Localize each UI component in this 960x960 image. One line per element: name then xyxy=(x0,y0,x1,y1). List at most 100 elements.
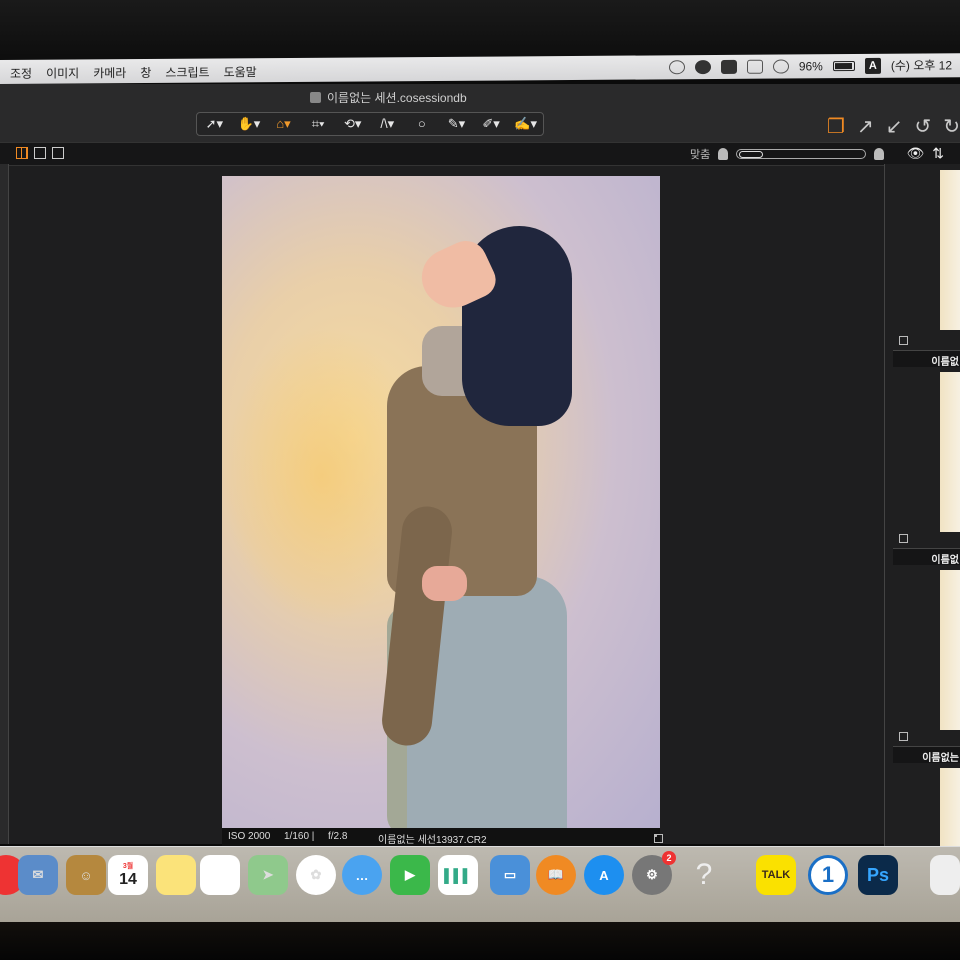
eye-icon[interactable]: 👁 xyxy=(906,145,924,162)
redo-icon[interactable]: ↻ xyxy=(943,114,960,139)
menu-adjust[interactable]: 조정 xyxy=(10,65,32,82)
loupe-tool-icon[interactable]: ⌂▾ xyxy=(269,115,297,133)
keynote-icon[interactable]: ▭ xyxy=(490,855,530,895)
keystone-tool-icon[interactable]: /\▾ xyxy=(373,115,401,133)
filmstrip-item-label: 이름없 xyxy=(893,534,960,566)
zoom-controls: 맞춤 xyxy=(690,146,885,162)
image-info-bar: ISO 2000 1/160 | f/2.8 이름없는 세선13937.CR2 xyxy=(222,828,663,846)
document-icon[interactable] xyxy=(746,59,763,74)
pan-tool-icon[interactable]: ✋▾ xyxy=(235,115,263,133)
window-title: 이름없는 세션.cosessiondb xyxy=(310,89,467,106)
wifi-icon[interactable] xyxy=(772,58,789,74)
onepassword-icon[interactable]: 1 xyxy=(808,855,848,895)
zoom-slider[interactable] xyxy=(736,149,867,159)
thumbnail-name: 이름없는 xyxy=(922,753,959,764)
calendar-day: 14 xyxy=(119,871,137,888)
creative-cloud-icon[interactable] xyxy=(668,59,685,74)
viewer-image[interactable] xyxy=(222,176,660,828)
menu-help[interactable]: 도움말 xyxy=(224,63,257,80)
grid-view-icon[interactable] xyxy=(16,147,28,159)
thumbnail-checkbox[interactable] xyxy=(899,534,908,543)
status-area: 96% A (수) 오후 12 xyxy=(668,56,952,75)
input-source-icon[interactable]: A xyxy=(864,57,881,74)
filmstrip-thumbnail[interactable] xyxy=(940,570,960,730)
contacts-icon[interactable]: ☺ xyxy=(66,855,106,895)
menu-scripts[interactable]: 스크립트 xyxy=(165,64,209,81)
thumbnail-name: 이름없 xyxy=(931,357,959,368)
kakaotalk-icon[interactable]: TALK xyxy=(756,855,796,895)
view-options: 👁 ⇅ xyxy=(906,145,944,162)
filmstrip: 이름없 이름없 이름없는 xyxy=(884,164,960,884)
image-filename: 이름없는 세선13937.CR2 xyxy=(378,835,487,846)
spot-removal-icon[interactable]: ○ xyxy=(408,115,436,133)
monitor-bezel-top xyxy=(0,0,960,62)
zoom-slider-knob[interactable] xyxy=(739,151,764,158)
preview-icon[interactable]: ✉ xyxy=(18,855,58,895)
select-tool-icon[interactable]: ➚▾ xyxy=(200,115,228,133)
left-tool-strip[interactable] xyxy=(0,164,9,844)
clock[interactable]: (수) 오후 12 xyxy=(891,56,952,73)
thumbnail-checkbox[interactable] xyxy=(899,336,908,345)
reminders-icon[interactable] xyxy=(200,855,240,895)
menu-image[interactable]: 이미지 xyxy=(46,64,79,81)
picker-tool-icon[interactable]: ✐▾ xyxy=(477,115,505,133)
messages-icon[interactable]: … xyxy=(342,855,382,895)
maps-icon[interactable]: ➤ xyxy=(248,855,288,895)
rotate-tool-icon[interactable]: ⟲▾ xyxy=(339,115,367,133)
zoom-fit-label[interactable]: 맞춤 xyxy=(690,146,710,162)
photos-icon[interactable]: ✿ xyxy=(296,855,336,895)
cursor-tools-group: ➚▾ ✋▾ ⌂▾ ⌗▾ ⟲▾ /\▾ ○ ✎▾ ✐▾ ✍▾ xyxy=(196,112,544,136)
notification-badge: 2 xyxy=(662,851,676,865)
right-toolbar: ❐ ↗ ↙ ↺ ↻ xyxy=(827,110,960,142)
help-icon[interactable]: ? xyxy=(684,855,724,895)
menu-window[interactable]: 창 xyxy=(140,64,151,81)
multi-view-icon[interactable] xyxy=(52,147,64,159)
window-title-text: 이름없는 세션.cosessiondb xyxy=(327,91,467,105)
system-preferences-icon[interactable]: ⚙ 2 xyxy=(632,851,676,895)
drive-icon[interactable] xyxy=(720,59,737,74)
shutter-value: 1/160 | xyxy=(284,831,315,842)
monitor-bezel-bottom xyxy=(0,922,960,960)
sync-icon[interactable] xyxy=(694,59,711,74)
calendar-icon[interactable]: 3월 14 xyxy=(108,855,148,895)
color-tag-icon[interactable] xyxy=(654,834,663,843)
thumbnail-name: 이름없 xyxy=(931,555,959,566)
undo-icon[interactable]: ↺ xyxy=(914,114,931,139)
books-icon[interactable]: 📖 xyxy=(536,855,576,895)
variants-icon[interactable]: ❐ xyxy=(827,114,845,139)
filmstrip-thumbnail[interactable] xyxy=(940,372,960,532)
crop-tool-icon[interactable]: ⌗▾ xyxy=(304,115,332,133)
session-document-icon xyxy=(310,92,321,103)
dock: ✉ ☺ 3월 14 ➤ ✿ … ▶ ▌▌▌ ▭ 📖 A ⚙ 2 ? TALK 1 … xyxy=(0,846,960,923)
small-person-icon xyxy=(718,148,729,160)
iso-value: ISO 2000 xyxy=(228,831,271,842)
calendar-month: 3월 xyxy=(122,863,134,870)
filmstrip-item-label: 이름없 xyxy=(893,336,960,368)
annotate-tool-icon[interactable]: ✍▾ xyxy=(512,115,540,133)
aperture-value: f/2.8 xyxy=(328,831,348,842)
thumbnail-checkbox[interactable] xyxy=(899,732,908,741)
filmstrip-item-label: 이름없는 xyxy=(893,732,960,764)
battery-icon[interactable] xyxy=(832,60,855,71)
menu-camera[interactable]: 카메라 xyxy=(93,64,126,81)
cursor-toolbar: ➚▾ ✋▾ ⌂▾ ⌗▾ ⟲▾ /\▾ ○ ✎▾ ✐▾ ✍▾ ❐ ↗ ↙ ↺ ↻ xyxy=(0,110,960,142)
battery-percent: 96% xyxy=(798,58,823,73)
viewer-layout-buttons xyxy=(16,147,64,159)
facetime-icon[interactable]: ▶ xyxy=(390,855,430,895)
single-view-icon[interactable] xyxy=(34,147,46,159)
export-icon[interactable]: ↗ xyxy=(857,114,874,139)
import-icon[interactable]: ↙ xyxy=(886,114,903,139)
brush-tool-icon[interactable]: ✎▾ xyxy=(442,115,470,133)
filmstrip-thumbnail[interactable] xyxy=(940,170,960,330)
photoshop-icon[interactable]: Ps xyxy=(858,855,898,895)
numbers-icon[interactable]: ▌▌▌ xyxy=(438,855,478,895)
large-person-icon xyxy=(874,148,885,160)
notes-icon[interactable] xyxy=(156,855,196,895)
sort-icon[interactable]: ⇅ xyxy=(932,145,944,162)
photo-hand xyxy=(422,566,467,601)
viewer-header: 맞춤 👁 ⇅ xyxy=(0,142,960,166)
title-bar: 이름없는 세션.cosessiondb xyxy=(0,84,960,110)
app-store-icon[interactable]: A xyxy=(584,855,624,895)
menu-list: 조정 이미지 카메라 창 스크립트 도움말 xyxy=(10,63,257,82)
finder-document-icon[interactable] xyxy=(930,855,960,895)
